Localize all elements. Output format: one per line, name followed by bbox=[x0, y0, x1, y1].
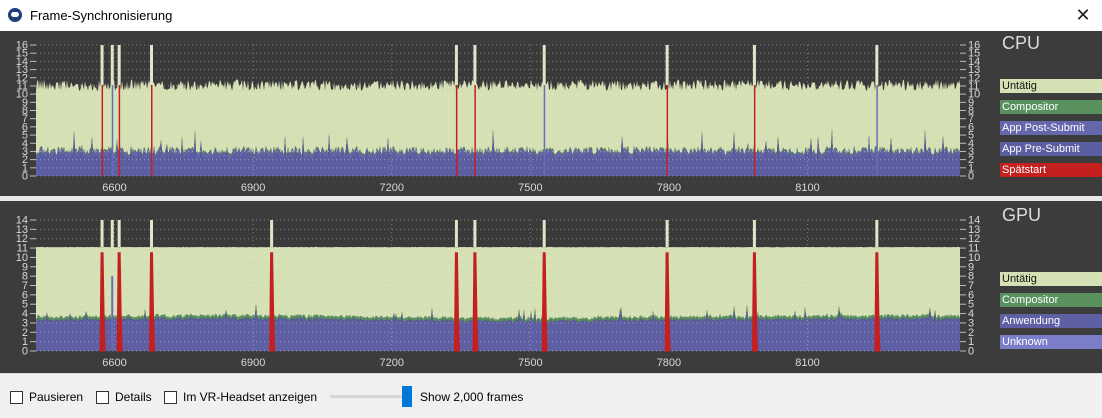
x-tick-label: 6900 bbox=[241, 357, 265, 369]
x-tick-label: 7800 bbox=[657, 182, 681, 194]
late-start-spike bbox=[474, 85, 476, 176]
app-spike bbox=[111, 276, 114, 351]
legend-item-app-pre-submit: App Pre-Submit bbox=[1000, 142, 1102, 156]
frames-slider-track[interactable] bbox=[330, 395, 412, 398]
spike-bar bbox=[542, 220, 546, 248]
pause-checkbox[interactable]: Pausieren bbox=[10, 389, 83, 405]
gpu-graph: 0 01 12 23 34 45 56 67 78 89 910 1011 1112 1213 1314 14… bbox=[0, 201, 1000, 373]
late-start-spike bbox=[101, 85, 104, 176]
spike-bar bbox=[110, 45, 114, 86]
spike-bar bbox=[454, 45, 458, 86]
details-checkbox-box[interactable] bbox=[96, 390, 109, 404]
spike-bar bbox=[665, 220, 669, 248]
x-tick-label: 6600 bbox=[102, 182, 126, 194]
x-tick-label: 8100 bbox=[795, 357, 819, 369]
legend-item-anwendung: Anwendung bbox=[1000, 314, 1102, 328]
spike-bar bbox=[875, 45, 879, 86]
y-tick-label-right: 16 bbox=[968, 40, 980, 52]
pause-label: Pausieren bbox=[29, 390, 84, 404]
late-start-spike bbox=[118, 85, 121, 176]
x-tick-label: 7200 bbox=[379, 357, 403, 369]
legend-item-untätig: Untätig bbox=[1000, 272, 1102, 286]
late-start-spike bbox=[455, 85, 458, 176]
x-tick-label: 8100 bbox=[795, 182, 819, 194]
details-checkbox[interactable]: Details bbox=[96, 389, 152, 405]
spike-bar bbox=[454, 220, 458, 248]
window-title: Frame-Synchronisierung bbox=[30, 8, 173, 23]
legend-item-app-post-submit: App Post-Submit bbox=[1000, 121, 1102, 135]
spike-bar bbox=[752, 220, 756, 248]
app-spike bbox=[543, 85, 546, 176]
idle-area bbox=[36, 246, 960, 321]
gpu-title: GPU bbox=[1002, 205, 1042, 225]
x-tick-label: 7500 bbox=[518, 182, 542, 194]
spike-bar bbox=[542, 45, 546, 86]
x-tick-label: 7500 bbox=[518, 357, 542, 369]
legend-item-unknown: Unknown bbox=[1000, 335, 1102, 349]
frames-slider-thumb[interactable] bbox=[402, 386, 412, 407]
spike-bar bbox=[150, 45, 153, 86]
app-spike bbox=[876, 85, 878, 176]
x-tick-label: 6900 bbox=[241, 182, 265, 194]
spike-bar bbox=[100, 45, 104, 86]
x-tick-label: 7200 bbox=[379, 182, 403, 194]
legend-item-untätig: Untätig bbox=[1000, 79, 1102, 93]
late-start-spike bbox=[151, 85, 153, 176]
late-start-spike bbox=[753, 85, 756, 176]
spike-bar bbox=[875, 220, 879, 248]
y-tick-label-left: 14 bbox=[16, 215, 28, 227]
spike-bar bbox=[270, 220, 274, 248]
spike-bar bbox=[100, 220, 104, 248]
spike-bar bbox=[473, 220, 477, 248]
legend-item-compositor: Compositor bbox=[1000, 293, 1102, 307]
cpu-title: CPU bbox=[1002, 33, 1041, 53]
bottom-toolbar: Pausieren Details Im VR-Headset anzeigen… bbox=[0, 373, 1102, 418]
legend-item-compositor: Compositor bbox=[1000, 100, 1102, 114]
title-bar: Frame-Synchronisierung ✕ bbox=[0, 0, 1102, 31]
pause-checkbox-box[interactable] bbox=[10, 390, 23, 404]
content-area: 0 0 1 1 2 2 3 3 4 4 5 5 6 6 7 7 8 8 9 9 10 10 11 11 12 12 13 13 14 14… bbox=[0, 31, 1102, 373]
spike-bar bbox=[752, 45, 756, 86]
app-spike bbox=[111, 85, 114, 176]
frames-label: Show 2,000 frames bbox=[420, 390, 524, 404]
spike-bar bbox=[110, 220, 114, 248]
x-tick-label: 6600 bbox=[102, 357, 126, 369]
y-tick-label-left: 16 bbox=[16, 40, 28, 52]
headset-label: Im VR-Headset anzeigen bbox=[183, 390, 318, 404]
legend-item-spätstart: Spätstart bbox=[1000, 163, 1102, 177]
late-start-spike bbox=[666, 85, 669, 176]
steamvr-icon bbox=[8, 8, 22, 22]
headset-checkbox-box[interactable] bbox=[164, 390, 177, 404]
idle-area bbox=[36, 79, 960, 156]
close-button[interactable]: ✕ bbox=[1070, 3, 1096, 27]
y-tick-label-right: 14 bbox=[968, 215, 980, 227]
cpu-graph: 0 01 12 23 34 45 56 67 78 89 910 1011 1112 1213 1314 14… bbox=[0, 31, 1000, 196]
details-label: Details bbox=[115, 390, 152, 404]
spike-bar bbox=[665, 45, 669, 86]
spike-bar bbox=[117, 45, 121, 86]
spike-bar bbox=[473, 45, 477, 86]
headset-checkbox[interactable]: Im VR-Headset anzeigen bbox=[164, 389, 317, 405]
spike-bar bbox=[150, 220, 153, 248]
x-tick-label: 7800 bbox=[657, 357, 681, 369]
spike-bar bbox=[117, 220, 121, 248]
